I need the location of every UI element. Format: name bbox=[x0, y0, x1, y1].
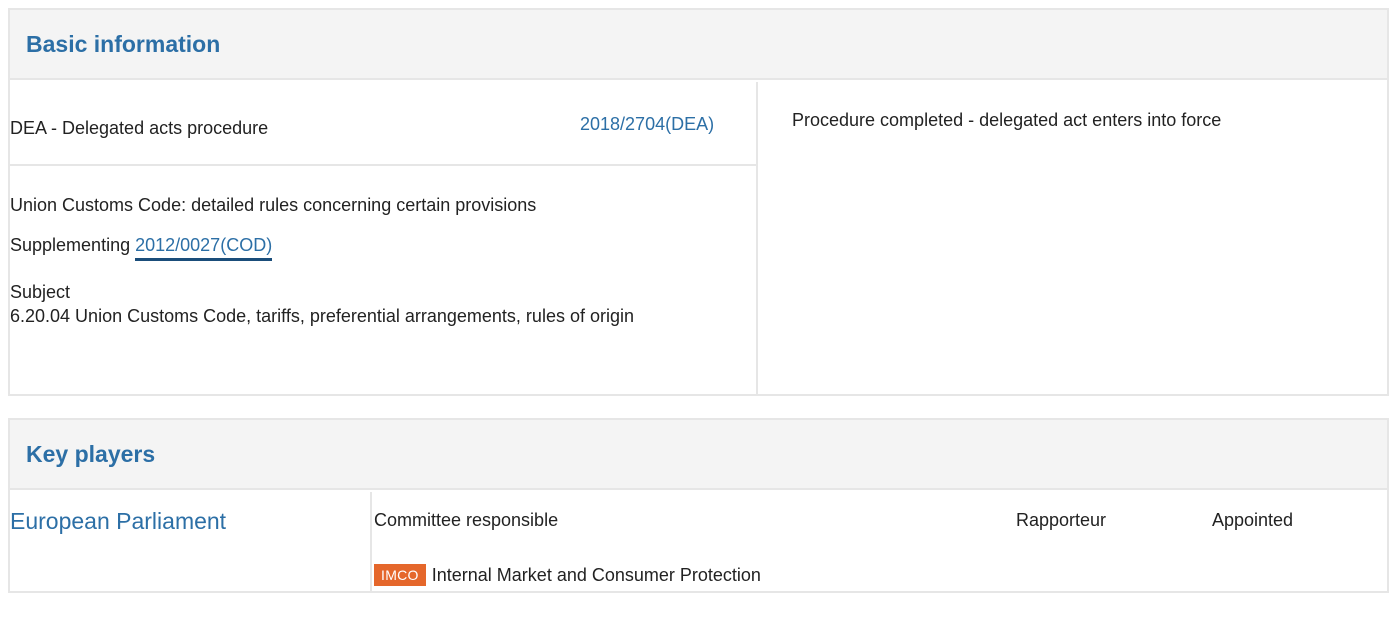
procedure-summary: Union Customs Code: detailed rules conce… bbox=[10, 166, 756, 328]
procedure-status-cell: Procedure completed - delegated act ente… bbox=[760, 82, 1387, 394]
supplementing-label: Supplementing bbox=[10, 235, 131, 255]
supplementing-procedure-link[interactable]: 2012/0027(COD) bbox=[135, 235, 273, 261]
basic-information-title: Basic information bbox=[26, 30, 221, 57]
basic-information-panel: Basic information DEA - Delegated acts p… bbox=[8, 8, 1389, 396]
subject-text: 6.20.04 Union Customs Code, tariffs, pre… bbox=[10, 306, 634, 326]
table-row: IMCO Internal Market and Consumer Protec… bbox=[374, 564, 1387, 624]
institution-cell: European Parliament bbox=[10, 492, 372, 591]
procedure-details: DEA - Delegated acts procedure 2018/2704… bbox=[10, 82, 758, 394]
basic-information-body: DEA - Delegated acts procedure 2018/2704… bbox=[10, 82, 1387, 394]
key-players-body: European Parliament Committee responsibl… bbox=[10, 492, 1387, 591]
committee-responsible-header: Committee responsible bbox=[374, 510, 559, 530]
procedure-type: DEA - Delegated acts procedure bbox=[10, 118, 269, 138]
procedure-status: Procedure completed - delegated act ente… bbox=[792, 110, 1222, 130]
procedure-title: Union Customs Code: detailed rules conce… bbox=[10, 195, 537, 215]
procedure-reference-link[interactable]: 2018/2704(DEA) bbox=[580, 114, 714, 135]
key-players-panel: Key players European Parliament Committe… bbox=[8, 418, 1389, 593]
rapporteur-header: Rapporteur bbox=[1016, 510, 1107, 530]
key-players-title: Key players bbox=[26, 440, 156, 467]
supplementing-line: Supplementing 2012/0027(COD) bbox=[10, 232, 756, 261]
procedure-type-row: DEA - Delegated acts procedure 2018/2704… bbox=[10, 82, 756, 166]
key-players-header: Key players bbox=[10, 420, 1387, 490]
basic-information-header: Basic information bbox=[10, 10, 1387, 80]
committee-table: Committee responsible Rapporteur Appoint… bbox=[374, 492, 1387, 591]
european-parliament-link[interactable]: European Parliament bbox=[10, 508, 226, 535]
subject-label: Subject bbox=[10, 282, 71, 302]
appointed-header: Appointed bbox=[1212, 510, 1294, 530]
